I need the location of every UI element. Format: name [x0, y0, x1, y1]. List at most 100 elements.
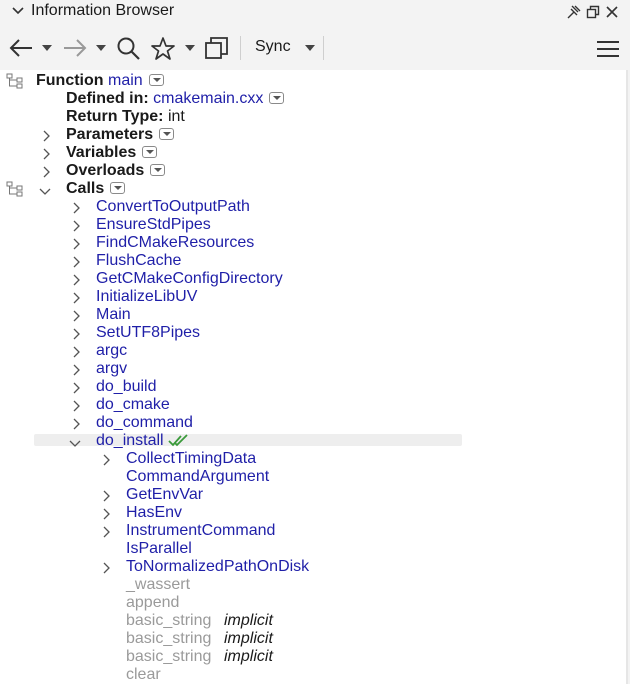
- tree-row-call[interactable]: do_command: [0, 414, 628, 432]
- call-link[interactable]: do_cmake: [96, 396, 170, 414]
- forward-dropdown-icon[interactable]: [95, 44, 107, 52]
- forward-arrow-icon[interactable]: [62, 38, 88, 58]
- chevron-right-icon[interactable]: [41, 129, 51, 142]
- hamburger-menu-icon[interactable]: [596, 40, 620, 58]
- tree-row-call[interactable]: argc: [0, 342, 628, 360]
- chevron-right-icon[interactable]: [101, 525, 111, 538]
- chevron-right-icon[interactable]: [71, 237, 81, 250]
- chevron-right-icon[interactable]: [71, 417, 81, 430]
- sync-dropdown-icon[interactable]: [304, 44, 316, 52]
- file-dropdown-icon[interactable]: [269, 92, 285, 104]
- unresolved-call: append: [126, 594, 180, 611]
- call-link[interactable]: IsParallel: [126, 540, 192, 558]
- chevron-right-icon[interactable]: [71, 273, 81, 286]
- chevron-right-icon[interactable]: [101, 561, 111, 574]
- tree-row-call[interactable]: FlushCache: [0, 252, 628, 270]
- tree-row-call[interactable]: FindCMakeResources: [0, 234, 628, 252]
- chevron-down-icon[interactable]: [69, 436, 81, 448]
- chevron-right-icon[interactable]: [101, 489, 111, 502]
- chevron-right-icon[interactable]: [101, 453, 111, 466]
- tree-row-install-child[interactable]: CommandArgument: [0, 468, 628, 486]
- implicit-tag: implicit: [224, 612, 273, 629]
- tree-row-call[interactable]: InitializeLibUV: [0, 288, 628, 306]
- chevron-right-icon[interactable]: [41, 147, 51, 160]
- back-dropdown-icon[interactable]: [41, 44, 53, 52]
- back-arrow-icon[interactable]: [8, 38, 34, 58]
- call-link[interactable]: CommandArgument: [126, 468, 269, 486]
- chevron-right-icon[interactable]: [101, 507, 111, 520]
- chevron-right-icon[interactable]: [71, 309, 81, 322]
- function-dropdown-icon[interactable]: [148, 74, 164, 86]
- calls-dropdown-icon[interactable]: [110, 182, 126, 194]
- call-link[interactable]: argv: [96, 360, 127, 378]
- chevron-right-icon[interactable]: [71, 363, 81, 376]
- chevron-right-icon[interactable]: [41, 165, 51, 178]
- tree-row-variables[interactable]: Variables: [0, 144, 628, 162]
- implicit-tag: implicit: [224, 630, 273, 647]
- tree-row-install-child[interactable]: HasEnv: [0, 504, 628, 522]
- chevron-right-icon[interactable]: [71, 345, 81, 358]
- tree-row-function[interactable]: Function main: [0, 72, 628, 90]
- tree-row-call[interactable]: EnsureStdPipes: [0, 216, 628, 234]
- call-link[interactable]: do_install: [96, 432, 164, 450]
- call-link[interactable]: argc: [96, 342, 127, 360]
- tree-row-overloads[interactable]: Overloads: [0, 162, 628, 180]
- tree-row-install-child[interactable]: ToNormalizedPathOnDisk: [0, 558, 628, 576]
- tree-row-call[interactable]: SetUTF8Pipes: [0, 324, 628, 342]
- bookmark-dropdown-icon[interactable]: [184, 44, 196, 52]
- chevron-down-icon[interactable]: [39, 184, 51, 196]
- call-link[interactable]: HasEnv: [126, 504, 182, 522]
- chevron-right-icon[interactable]: [71, 255, 81, 268]
- call-link[interactable]: do_build: [96, 378, 157, 396]
- chevron-right-icon[interactable]: [71, 327, 81, 340]
- call-link[interactable]: SetUTF8Pipes: [96, 324, 200, 342]
- pin-icon[interactable]: [566, 4, 582, 20]
- defined-in-file-link[interactable]: cmakemain.cxx: [153, 90, 263, 107]
- chevron-right-icon[interactable]: [71, 201, 81, 214]
- overloads-dropdown-icon[interactable]: [150, 164, 166, 176]
- call-link[interactable]: do_command: [96, 414, 193, 432]
- call-hierarchy-icon[interactable]: [6, 73, 24, 89]
- function-name-link[interactable]: main: [108, 72, 143, 89]
- tree-row-install-child[interactable]: InstrumentCommand: [0, 522, 628, 540]
- tree-row-calls[interactable]: Calls: [0, 180, 628, 198]
- call-link[interactable]: ToNormalizedPathOnDisk: [126, 558, 309, 576]
- call-link[interactable]: FlushCache: [96, 252, 181, 270]
- function-keyword: Function: [36, 72, 104, 89]
- call-link[interactable]: InitializeLibUV: [96, 288, 197, 306]
- tree-row-install-child[interactable]: CollectTimingData: [0, 450, 628, 468]
- tree-row-install-child[interactable]: GetEnvVar: [0, 486, 628, 504]
- call-link[interactable]: GetCMakeConfigDirectory: [96, 270, 283, 288]
- tree-row-call[interactable]: Main: [0, 306, 628, 324]
- sync-dropdown-label[interactable]: Sync: [255, 38, 291, 56]
- call-link[interactable]: InstrumentCommand: [126, 522, 275, 540]
- tree-row-parameters[interactable]: Parameters: [0, 126, 628, 144]
- call-link[interactable]: ConvertToOutputPath: [96, 198, 250, 216]
- parameters-dropdown-icon[interactable]: [159, 128, 175, 140]
- close-icon[interactable]: [604, 4, 620, 20]
- duplicate-window-icon[interactable]: [204, 36, 230, 62]
- float-window-icon[interactable]: [585, 4, 601, 20]
- chevron-right-icon[interactable]: [71, 219, 81, 232]
- search-icon[interactable]: [116, 36, 142, 62]
- chevron-right-icon[interactable]: [71, 291, 81, 304]
- tree-row-call[interactable]: ConvertToOutputPath: [0, 198, 628, 216]
- tree-row-call[interactable]: GetCMakeConfigDirectory: [0, 270, 628, 288]
- chevron-right-icon[interactable]: [71, 381, 81, 394]
- call-link[interactable]: CollectTimingData: [126, 450, 256, 468]
- tree-row-call-selected[interactable]: do_install: [0, 432, 628, 450]
- call-link[interactable]: GetEnvVar: [126, 486, 203, 504]
- chevron-right-icon[interactable]: [71, 399, 81, 412]
- bookmark-star-icon[interactable]: [150, 36, 176, 62]
- tree-row-install-child[interactable]: IsParallel: [0, 540, 628, 558]
- variables-dropdown-icon[interactable]: [142, 146, 158, 158]
- tree-row-call[interactable]: argv: [0, 360, 628, 378]
- tree-view: Function main Defined in: cmakemain.cxx …: [0, 70, 628, 684]
- tree-row-call[interactable]: do_cmake: [0, 396, 628, 414]
- call-hierarchy-icon[interactable]: [6, 181, 24, 197]
- call-link[interactable]: EnsureStdPipes: [96, 216, 211, 234]
- collapse-chevron-icon[interactable]: [10, 3, 26, 19]
- tree-row-call[interactable]: do_build: [0, 378, 628, 396]
- call-link[interactable]: FindCMakeResources: [96, 234, 254, 252]
- call-link[interactable]: Main: [96, 306, 131, 324]
